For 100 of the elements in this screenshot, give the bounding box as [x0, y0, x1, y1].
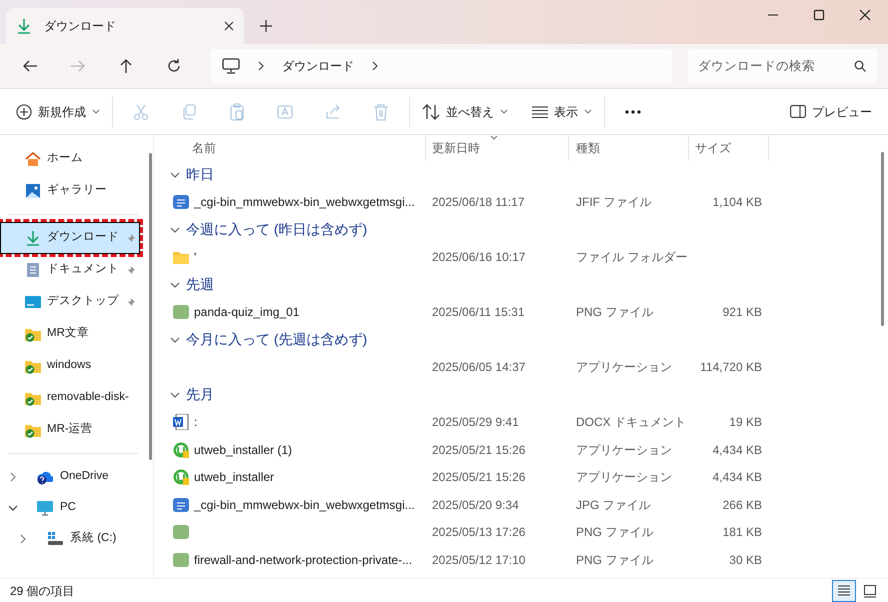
type-cell: アプリケーション — [576, 360, 672, 374]
plus-circle-icon — [16, 104, 32, 120]
size-cell: 921 KB — [722, 305, 762, 320]
caret-icon — [92, 109, 100, 114]
monitor-icon — [222, 58, 240, 74]
sidebar-item[interactable]: MR文章 — [0, 318, 140, 350]
group-header[interactable]: 先月 — [164, 381, 876, 408]
back-arrow-icon[interactable] — [22, 58, 38, 74]
sidebar-item[interactable]: windows — [0, 350, 140, 382]
date-cell: 2025/05/12 17:10 — [432, 552, 526, 567]
refresh-icon[interactable] — [166, 58, 182, 74]
group-header[interactable]: 先週 — [164, 271, 876, 298]
folder-check-icon — [25, 422, 41, 438]
size-cell: 4,434 KB — [712, 470, 762, 484]
new-tab-icon[interactable] — [260, 20, 272, 32]
file-name[interactable]: _cgi-bin_mmwebwx-bin_webwxgetmsgi... — [194, 193, 415, 212]
folder-icon — [173, 249, 189, 266]
date-cell: 2025/05/29 9:41 — [432, 415, 519, 430]
close-icon[interactable] — [224, 21, 234, 31]
monitor-icon — [37, 500, 53, 516]
installer-icon — [173, 442, 189, 458]
sort-button[interactable]: 並べ替え — [414, 94, 516, 128]
date-cell: 2025/05/21 15:26 — [432, 470, 526, 484]
group-header[interactable]: 今週に入って (昨日は含めず) — [164, 216, 876, 244]
type-cell: PNG ファイル — [576, 552, 654, 567]
size-cell: 1,104 KB — [712, 195, 762, 210]
column-header[interactable]: 更新日時 — [426, 135, 569, 161]
pin-icon[interactable] — [126, 296, 136, 308]
type-cell: DOCX ドキュメント — [576, 415, 686, 430]
sidebar-item[interactable]: MR-运营 — [0, 414, 140, 446]
pin-icon[interactable] — [126, 264, 136, 276]
chevron-right-icon[interactable] — [18, 534, 28, 544]
document-icon — [25, 262, 41, 278]
column-header[interactable]: サイズ — [689, 135, 769, 161]
sidebar-item[interactable]: ダウンロード — [0, 222, 140, 254]
file-name[interactable]: : — [194, 413, 198, 432]
ellipsis-icon[interactable] — [625, 110, 641, 114]
file-name[interactable]: _cgi-bin_mmwebwx-bin_webwxgetmsgi... — [194, 496, 415, 514]
folder-check-icon — [25, 326, 41, 342]
column-header[interactable]: 種類 — [569, 135, 689, 161]
scrollbar-thumb[interactable] — [149, 153, 152, 460]
preview-pane-icon — [790, 105, 806, 118]
sidebar-item[interactable]: removable-disk- — [0, 382, 140, 414]
date-cell: 2025/05/20 9:34 — [432, 498, 519, 512]
sidebar-item[interactable]: ギャラリー — [0, 175, 140, 207]
caret-icon — [584, 109, 592, 114]
chevron-down-icon — [170, 390, 180, 400]
word-document-icon — [173, 414, 189, 430]
address-bar[interactable]: ダウンロード — [210, 49, 672, 83]
group-header[interactable]: 昨日 — [164, 161, 876, 188]
large-icons-view-icon[interactable] — [862, 582, 878, 598]
tree-item[interactable]: OneDrive — [0, 461, 148, 492]
type-cell: JFIF ファイル — [576, 195, 652, 210]
date-cell: 2025/06/05 14:37 — [432, 360, 526, 374]
desktop-icon — [25, 294, 41, 310]
file-name[interactable]: firewall-and-network-protection-private-... — [194, 550, 412, 569]
folder-check-icon — [25, 390, 41, 406]
view-button[interactable]: 表示 — [524, 94, 600, 128]
sort-arrows-icon — [422, 104, 440, 120]
pin-icon[interactable] — [126, 232, 136, 244]
preview-button[interactable]: プレビュー — [782, 94, 880, 128]
column-header[interactable]: 名前 — [164, 135, 426, 161]
sidebar-item[interactable]: デスクトップ — [0, 286, 140, 318]
details-view-icon[interactable] — [836, 582, 852, 598]
chevron-down-icon[interactable] — [8, 502, 18, 512]
sidebar-item[interactable]: ドキュメント — [0, 254, 140, 286]
date-cell: 2025/05/13 17:26 — [432, 525, 526, 540]
tree-item[interactable]: 系統 (C:) — [0, 523, 148, 554]
size-cell: 114,720 KB — [700, 360, 762, 374]
file-name[interactable]: panda-quiz_img_01 — [194, 303, 300, 322]
installer-icon — [173, 469, 189, 486]
scrollbar-thumb[interactable] — [880, 152, 884, 326]
file-name[interactable]: utweb_installer (1) — [194, 440, 292, 459]
details-view-button[interactable] — [832, 580, 856, 602]
group-header[interactable]: 今月に入って (先週は含めず) — [164, 326, 876, 354]
up-arrow-icon[interactable] — [118, 58, 134, 74]
type-cell: アプリケーション — [576, 470, 672, 484]
type-cell: ファイル フォルダー — [576, 250, 688, 264]
chevron-down-icon — [170, 170, 180, 180]
breadcrumb[interactable]: ダウンロード — [282, 57, 354, 75]
file-name[interactable]: ' — [194, 248, 196, 266]
date-cell: 2025/06/11 15:31 — [432, 305, 525, 320]
chevron-icon[interactable] — [258, 61, 264, 71]
size-cell: 30 KB — [729, 552, 762, 567]
sort-caret-icon — [490, 135, 498, 140]
size-cell: 181 KB — [722, 525, 762, 540]
sidebar-item[interactable]: ホーム — [0, 143, 140, 175]
search-field[interactable]: ダウンロードの検索 — [688, 49, 878, 83]
type-cell: PNG ファイル — [576, 525, 654, 540]
caret-icon — [500, 109, 508, 114]
item-count: 29 個の項目 — [10, 582, 75, 600]
new-button[interactable]: 新規作成 — [8, 94, 108, 128]
file-name[interactable]: utweb_installer — [194, 468, 274, 486]
size-cell: 4,434 KB — [712, 442, 762, 457]
search-icon[interactable] — [854, 60, 866, 72]
tree-item[interactable]: PC — [0, 492, 148, 523]
chevron-icon[interactable] — [372, 61, 378, 71]
size-cell: 266 KB — [722, 498, 762, 512]
window-tab[interactable]: ダウンロード — [6, 8, 244, 44]
chevron-right-icon[interactable] — [8, 472, 18, 482]
